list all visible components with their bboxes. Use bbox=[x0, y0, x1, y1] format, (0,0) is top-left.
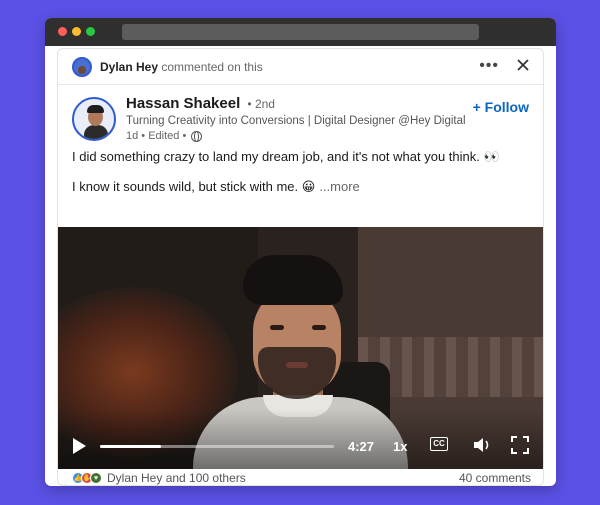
post-text: I did something crazy to land my dream j… bbox=[58, 147, 543, 197]
close-icon[interactable] bbox=[516, 58, 530, 72]
reactions-text[interactable]: Dylan Hey and 100 others bbox=[107, 471, 246, 485]
author-avatar[interactable] bbox=[72, 97, 116, 141]
actor-avatar[interactable] bbox=[72, 56, 92, 77]
captions-icon[interactable]: CC bbox=[430, 437, 448, 451]
close-window-button[interactable] bbox=[58, 27, 67, 36]
video-time: 4:27 bbox=[348, 439, 375, 454]
activity-header: Dylan Hey commented on this ••• bbox=[58, 49, 543, 85]
volume-icon[interactable] bbox=[472, 436, 492, 454]
activity-text: Dylan Hey commented on this bbox=[100, 60, 263, 74]
title-bar bbox=[45, 18, 556, 46]
video-player[interactable]: 4:27 1x CC bbox=[58, 227, 543, 469]
post-meta-text: 1d • Edited • bbox=[126, 130, 187, 142]
more-options-icon[interactable]: ••• bbox=[479, 57, 499, 75]
post-meta: 1d • Edited • bbox=[126, 130, 466, 142]
activity-actor[interactable]: Dylan Hey bbox=[100, 60, 158, 74]
social-counts: 👍 ✋ ♥ Dylan Hey and 100 others 40 commen… bbox=[58, 469, 543, 485]
video-progress-bar[interactable] bbox=[100, 445, 334, 448]
see-more-link[interactable]: ...more bbox=[319, 179, 359, 194]
maximize-window-button[interactable] bbox=[86, 27, 95, 36]
connection-degree: • 2nd bbox=[247, 97, 275, 111]
post-text-line-2: I know it sounds wild, but stick with me… bbox=[72, 177, 529, 197]
author-name[interactable]: Hassan Shakeel bbox=[126, 95, 240, 112]
post-card: Dylan Hey commented on this ••• Hassan S… bbox=[57, 48, 544, 486]
comments-count[interactable]: 40 comments bbox=[459, 471, 531, 485]
play-icon[interactable] bbox=[73, 438, 86, 454]
globe-icon bbox=[191, 130, 203, 142]
post-text-line-1: I did something crazy to land my dream j… bbox=[72, 149, 500, 164]
post-text-line-2-content: I know it sounds wild, but stick with me… bbox=[72, 179, 316, 194]
minimize-window-button[interactable] bbox=[72, 27, 81, 36]
browser-window: Dylan Hey commented on this ••• Hassan S… bbox=[45, 18, 556, 486]
author-info: Hassan Shakeel • 2nd Turning Creativity … bbox=[126, 95, 466, 142]
video-progress-fill bbox=[100, 445, 161, 448]
author-header: Hassan Shakeel • 2nd Turning Creativity … bbox=[58, 85, 543, 142]
author-name-line: Hassan Shakeel • 2nd bbox=[126, 95, 466, 112]
follow-button[interactable]: + Follow bbox=[473, 99, 529, 115]
fullscreen-icon[interactable] bbox=[511, 436, 529, 454]
support-reaction-icon: ♥ bbox=[90, 472, 102, 484]
playback-speed-button[interactable]: 1x bbox=[393, 439, 407, 454]
video-controls: 4:27 1x CC bbox=[58, 423, 543, 469]
address-bar[interactable] bbox=[122, 24, 479, 40]
reactions-summary[interactable]: 👍 ✋ ♥ Dylan Hey and 100 others bbox=[72, 471, 246, 485]
author-headline: Turning Creativity into Conversions | Di… bbox=[126, 115, 466, 127]
activity-action: commented on this bbox=[161, 59, 263, 74]
